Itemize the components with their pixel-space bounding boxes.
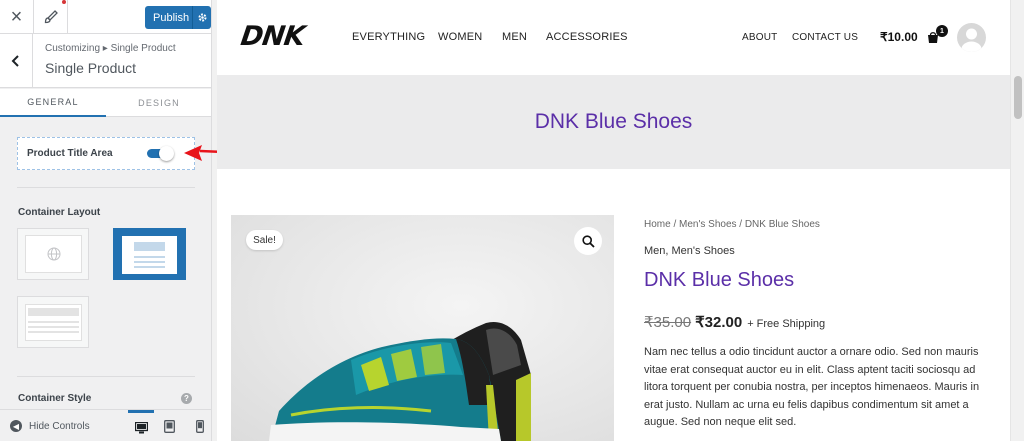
chevron-left-icon (11, 54, 19, 67)
cart-count-badge: 1 (936, 25, 948, 37)
help-icon[interactable]: ? (181, 393, 192, 404)
back-button[interactable] (0, 34, 33, 87)
zoom-button[interactable] (574, 227, 602, 255)
mobile-icon (196, 419, 204, 433)
sale-badge: Sale! (246, 230, 283, 250)
product-title: DNK Blue Shoes (644, 269, 795, 291)
product-title-area-label: Product Title Area (27, 148, 113, 159)
close-icon: × (10, 6, 23, 28)
old-price: ₹35.00 (644, 314, 692, 331)
search-icon (581, 234, 595, 248)
preview-scrollbar[interactable] (1010, 0, 1024, 441)
product-categories[interactable]: Men, Men's Shoes (644, 245, 735, 257)
nav-item-accessories[interactable]: ACCESSORIES (546, 31, 628, 43)
notification-dot (62, 0, 66, 4)
device-tablet-button[interactable] (156, 410, 182, 441)
divider (17, 376, 195, 377)
layout-preview (25, 304, 82, 341)
avatar[interactable] (957, 23, 986, 52)
publish-settings-button[interactable] (192, 6, 211, 29)
device-mobile-button[interactable] (187, 410, 211, 441)
customizer-breadcrumb: Customizing ▸ Single Product (45, 43, 176, 54)
panel-header: Customizing ▸ Single Product Single Prod… (0, 34, 211, 88)
layout-option-full-width[interactable] (17, 228, 89, 280)
gear-icon (197, 13, 207, 22)
product-title-area-toggle[interactable] (147, 146, 174, 161)
nav-item-women[interactable]: WOMEN (438, 31, 482, 43)
product-breadcrumb[interactable]: Home / Men's Shoes / DNK Blue Shoes (644, 219, 820, 230)
container-layout-title: Container Layout (18, 207, 101, 218)
product-price: ₹35.00 ₹32.00 + Free Shipping (644, 313, 825, 331)
hide-controls-button[interactable]: ◀ Hide Controls (10, 410, 90, 441)
customizer-topbar: × Publish (0, 0, 211, 34)
nav-item-about[interactable]: ABOUT (742, 32, 777, 43)
tab-design[interactable]: DESIGN (106, 89, 211, 117)
collapse-arrow-icon: ◀ (10, 420, 22, 432)
nav-item-everything[interactable]: EVERYTHING (352, 31, 425, 43)
page-title-banner: DNK Blue Shoes (217, 75, 1010, 169)
site-header: DNK EVERYTHING WOMEN MEN ACCESSORIES ABO… (217, 0, 1010, 75)
product-content: Sale! Home / Men's Shoes / DNK Blue Shoe… (217, 169, 1010, 441)
layout-preview-line (28, 326, 79, 328)
panel-tabs: GENERAL DESIGN (0, 89, 211, 117)
sale-price: ₹32.00 (695, 314, 743, 331)
screen: × Publish Customizing ▸ Single Product S… (0, 0, 1024, 441)
container-style-title: Container Style (18, 393, 92, 404)
layout-preview (122, 236, 177, 274)
user-icon (961, 28, 982, 52)
tab-general[interactable]: GENERAL (0, 89, 106, 117)
paintbrush-button[interactable] (34, 0, 68, 34)
product-summary: Home / Men's Shoes / DNK Blue Shoes Men,… (644, 169, 1010, 441)
customizer-footer: ◀ Hide Controls (0, 409, 211, 441)
customizer-sidebar: × Publish Customizing ▸ Single Product S… (0, 0, 212, 441)
layout-option-boxed[interactable] (113, 228, 186, 280)
hide-controls-label: Hide Controls (29, 420, 90, 432)
layout-preview (25, 235, 82, 273)
site-logo[interactable]: DNK (239, 21, 306, 52)
layout-preview-line (134, 261, 165, 263)
layout-preview-line (28, 321, 79, 323)
cart-total[interactable]: ₹10.00 (880, 30, 918, 44)
layout-preview-line (28, 331, 79, 333)
layout-preview-bar (134, 242, 165, 251)
close-button[interactable]: × (0, 0, 34, 34)
banner-title: DNK Blue Shoes (534, 110, 693, 133)
layout-preview-line (134, 256, 165, 258)
globe-icon (47, 247, 60, 261)
layout-preview-line (134, 266, 165, 268)
divider (17, 187, 195, 188)
publish-label: Publish (153, 11, 190, 24)
product-short-description: Nam nec tellus a odio tincidunt auctor a… (644, 346, 980, 428)
paintbrush-icon (44, 10, 58, 24)
layout-option-content-boxed[interactable] (17, 296, 89, 348)
nav-item-contact-us[interactable]: CONTACT US (792, 32, 858, 43)
layout-preview-bar (28, 308, 79, 316)
toggle-knob (159, 146, 174, 161)
tablet-icon (163, 419, 175, 433)
desktop-icon (134, 421, 148, 433)
scrollbar-thumb[interactable] (1014, 76, 1022, 119)
product-image[interactable]: Sale! (231, 215, 614, 441)
panel-title: Single Product (45, 60, 137, 76)
product-title-area-control: Product Title Area (17, 137, 195, 170)
site-preview: DNK EVERYTHING WOMEN MEN ACCESSORIES ABO… (217, 0, 1010, 441)
shipping-note: + Free Shipping (747, 318, 826, 330)
device-desktop-button[interactable] (128, 410, 154, 441)
nav-item-men[interactable]: MEN (502, 31, 527, 43)
publish-button[interactable]: Publish (145, 6, 211, 29)
shoe-image (269, 321, 531, 441)
